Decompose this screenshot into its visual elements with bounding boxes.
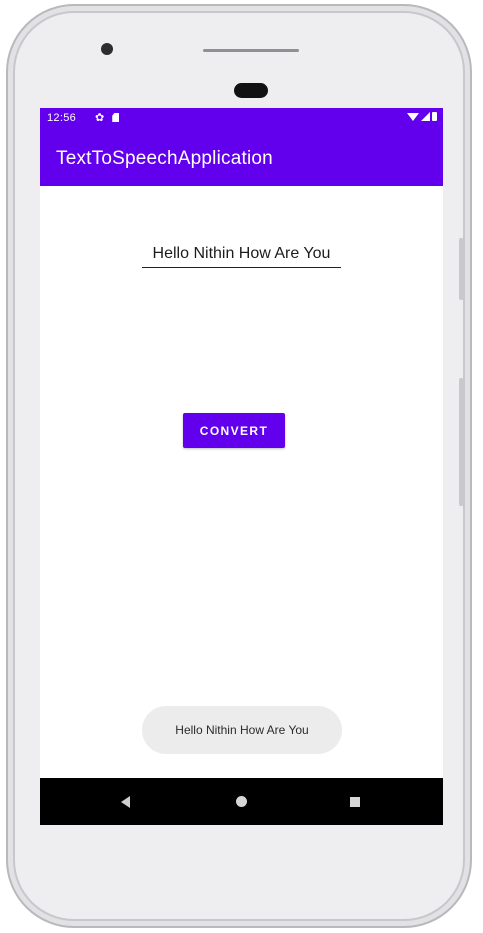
front-camera <box>101 43 113 55</box>
status-icons-left: ✿ <box>95 111 120 124</box>
toast: Hello Nithin How Are You <box>142 706 342 754</box>
navigation-bar <box>40 778 443 825</box>
wifi-icon <box>407 112 419 121</box>
sd-card-icon <box>112 113 120 122</box>
signal-icon <box>421 112 430 121</box>
toast-message: Hello Nithin How Are You <box>175 723 309 737</box>
app-bar: TextToSpeechApplication <box>40 130 443 186</box>
stage: 12:56 ✿ TextToSpeechApplication CONVERT … <box>0 0 483 933</box>
settings-icon: ✿ <box>95 112 105 124</box>
proximity-sensor <box>234 83 268 98</box>
app-title: TextToSpeechApplication <box>56 148 273 169</box>
text-input[interactable] <box>142 240 341 268</box>
convert-button[interactable]: CONVERT <box>183 413 285 448</box>
status-icons-right <box>407 112 437 121</box>
recents-icon[interactable] <box>350 797 360 807</box>
battery-icon <box>432 112 437 121</box>
status-time: 12:56 <box>47 112 77 124</box>
home-icon[interactable] <box>236 796 247 807</box>
earpiece-speaker <box>203 49 299 52</box>
back-icon[interactable] <box>121 796 130 808</box>
status-bar: 12:56 ✿ <box>40 108 443 130</box>
device-screen: 12:56 ✿ TextToSpeechApplication CONVERT … <box>40 108 443 825</box>
volume-button <box>459 378 464 506</box>
power-button <box>459 238 464 300</box>
